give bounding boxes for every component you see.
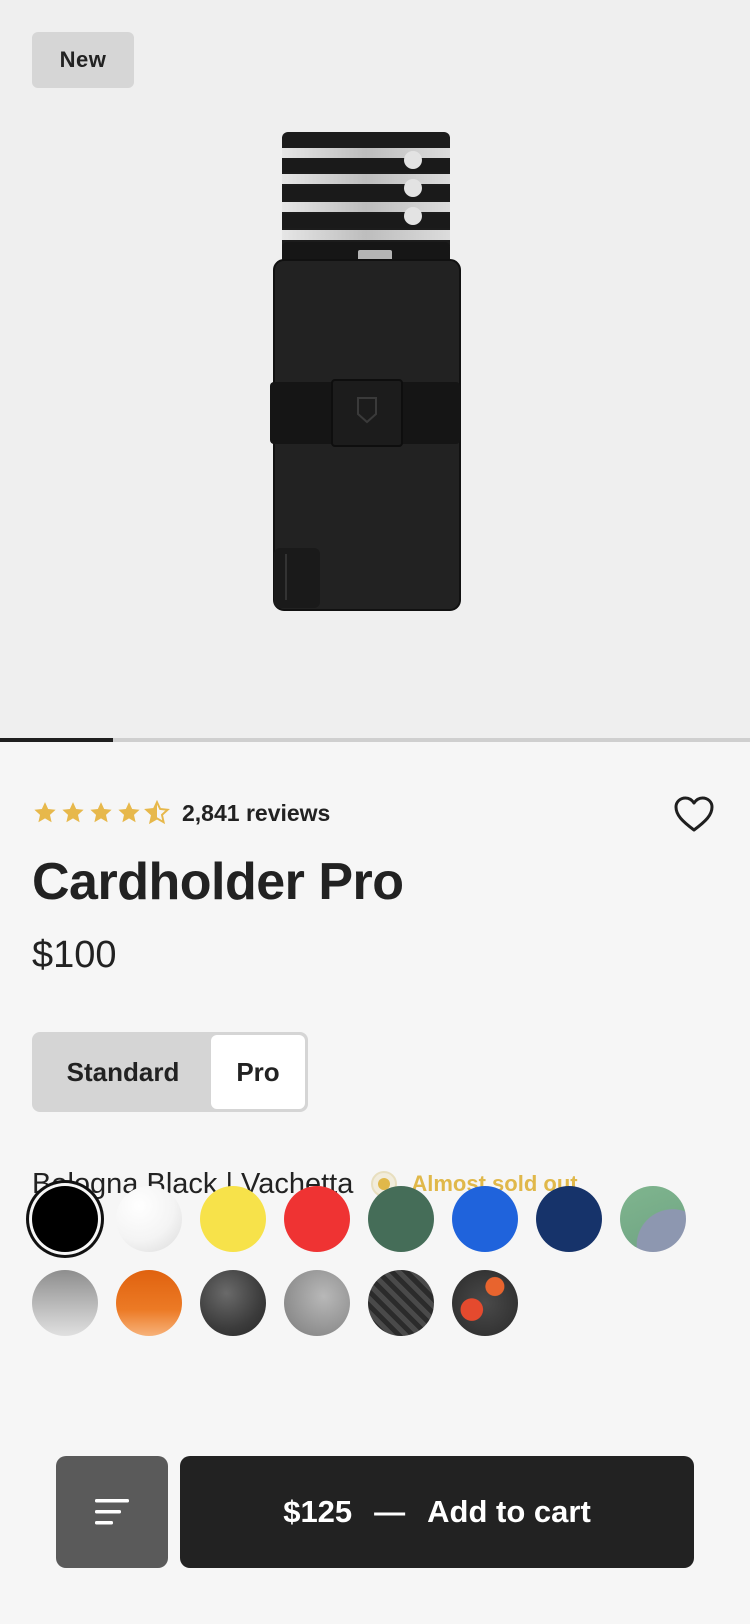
color-swatch-white[interactable]	[116, 1186, 182, 1252]
color-swatch-yellow[interactable]	[200, 1186, 266, 1252]
cart-separator: —	[374, 1494, 406, 1529]
variant-pro-option[interactable]: Pro	[211, 1035, 305, 1109]
product-price: $100	[32, 934, 117, 976]
variant-standard-option[interactable]: Standard	[35, 1035, 211, 1109]
new-badge: New	[32, 32, 134, 88]
color-swatch-sage-pattern[interactable]	[620, 1186, 686, 1252]
product-gallery[interactable]: New	[0, 0, 750, 738]
cart-price: $125	[283, 1494, 353, 1529]
star-icon	[90, 802, 112, 823]
star-icon	[62, 802, 84, 823]
heart-icon[interactable]	[672, 794, 716, 834]
variant-toggle: Standard Pro	[32, 1032, 308, 1112]
star-rating	[32, 800, 170, 826]
star-icon	[34, 802, 56, 823]
color-swatch-black[interactable]	[32, 1186, 98, 1252]
color-swatch-blue[interactable]	[452, 1186, 518, 1252]
gallery-progress-fill	[0, 738, 113, 742]
menu-lines-icon	[95, 1499, 129, 1525]
color-swatch-silver[interactable]	[32, 1270, 98, 1336]
color-swatch-orange[interactable]	[116, 1270, 182, 1336]
gallery-progress	[0, 738, 750, 742]
star-icon	[118, 802, 140, 823]
cart-label: Add to cart	[427, 1494, 591, 1529]
star-half-icon	[144, 800, 170, 825]
rating-row[interactable]: 2,841 reviews	[32, 796, 330, 830]
product-title: Cardholder Pro	[32, 853, 404, 911]
color-swatch-lava[interactable]	[452, 1270, 518, 1336]
color-swatch-grey-marble[interactable]	[284, 1270, 350, 1336]
reviews-count[interactable]: 2,841 reviews	[182, 800, 330, 827]
menu-button[interactable]	[56, 1456, 168, 1568]
color-swatch-red[interactable]	[284, 1186, 350, 1252]
add-to-cart-button[interactable]: $125 — Add to cart	[180, 1456, 694, 1568]
color-swatch-green[interactable]	[368, 1186, 434, 1252]
color-swatch-navy[interactable]	[536, 1186, 602, 1252]
color-swatch-dark-marble[interactable]	[200, 1270, 266, 1336]
color-swatch-carbon-fiber[interactable]	[368, 1270, 434, 1336]
product-image	[270, 132, 461, 611]
